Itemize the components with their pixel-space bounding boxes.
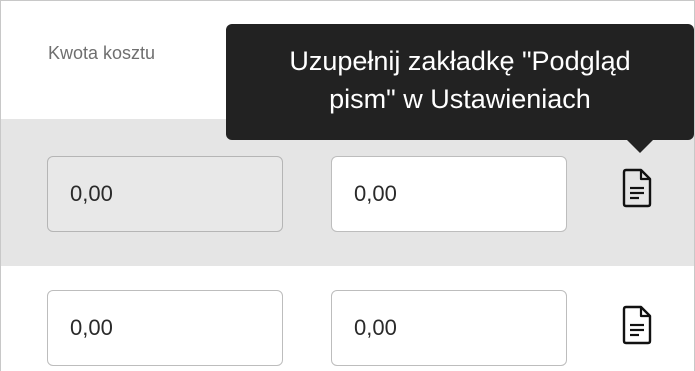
table-row: 0,00 0,00	[1, 119, 694, 266]
document-icon[interactable]	[622, 305, 652, 345]
cost-amount-field: 0,00	[47, 156, 283, 232]
amount-input[interactable]: 0,00	[331, 156, 567, 232]
tooltip-line-2: pism" w Ustawieniach	[329, 84, 591, 114]
cost-amount-input[interactable]: 0,00	[47, 290, 283, 366]
column-header-cost-amount: Kwota kosztu	[48, 43, 156, 63]
tooltip: Uzupełnij zakładkę "Podgląd pism" w Usta…	[226, 24, 694, 140]
tooltip-arrow	[626, 139, 654, 153]
table-row: 0,00 0,00	[1, 266, 694, 371]
amount-input[interactable]: 0,00	[331, 290, 567, 366]
tooltip-line-1: Uzupełnij zakładkę "Podgląd	[289, 46, 631, 76]
document-icon[interactable]	[622, 168, 652, 208]
